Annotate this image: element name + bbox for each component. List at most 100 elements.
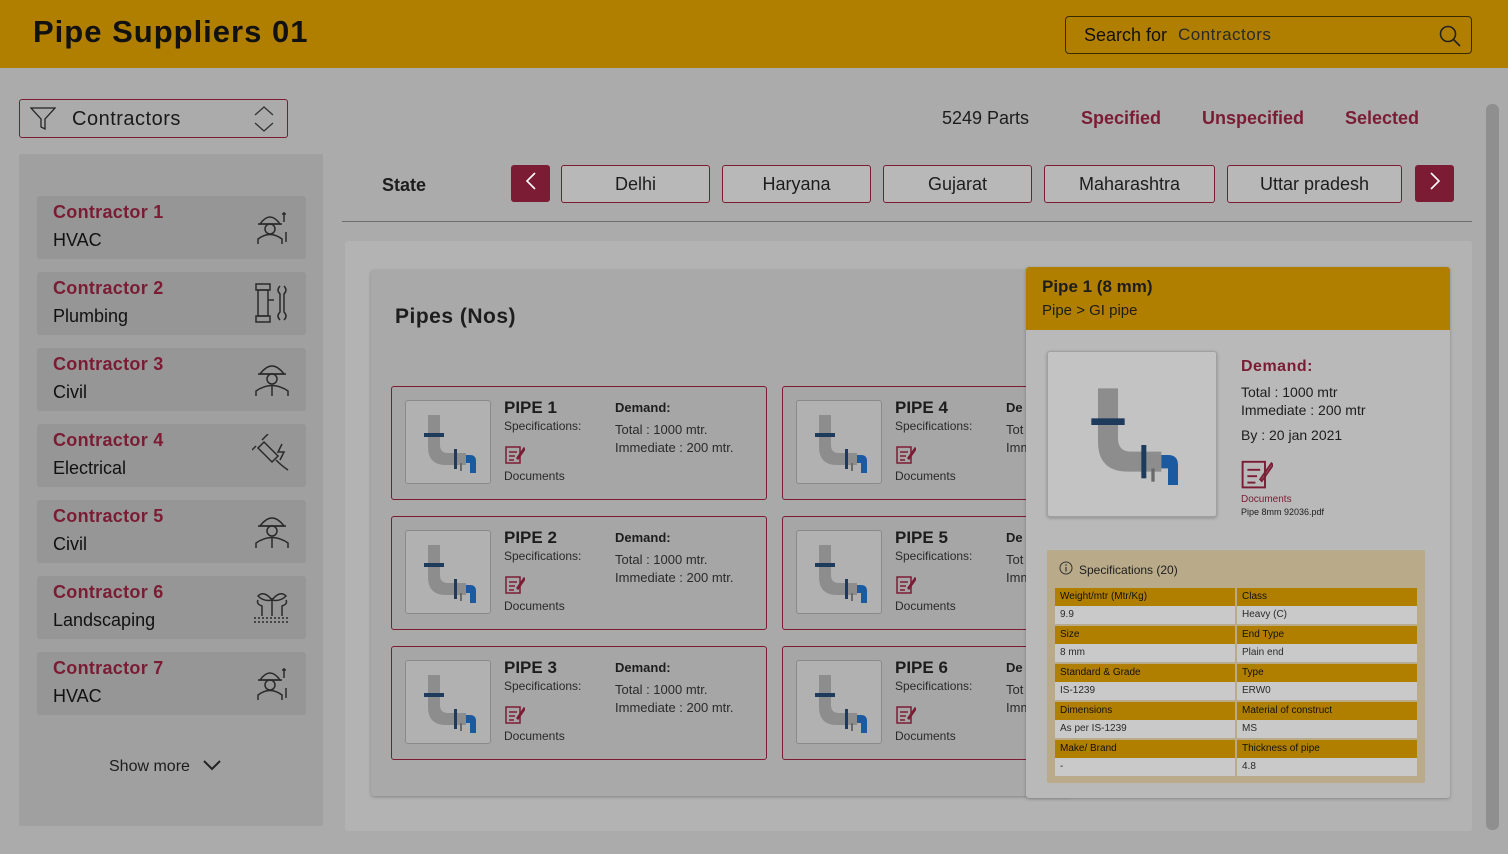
contractor-type: HVAC <box>53 230 102 250</box>
pipe-demand-label: De <box>1006 660 1023 675</box>
pipe-name: PIPE 4 <box>895 398 948 417</box>
pipe-thumbnail <box>405 530 491 614</box>
contractor-card[interactable]: Contractor 3 Civil <box>37 348 306 411</box>
search-input[interactable] <box>1178 23 1428 47</box>
contractor-type: Plumbing <box>53 306 129 326</box>
spec-cell: Material of construct MS <box>1237 702 1417 740</box>
electrical-plug-icon <box>251 433 292 479</box>
pipe-documents-link[interactable]: Documents <box>895 729 956 743</box>
document-edit-icon[interactable] <box>505 574 526 599</box>
state-next-button[interactable] <box>1415 165 1454 202</box>
contractor-card[interactable]: Contractor 2 Plumbing <box>37 272 306 335</box>
document-edit-icon[interactable] <box>505 704 526 729</box>
spec-cell: Type ERW0 <box>1237 664 1417 702</box>
filter-specified-link[interactable]: Specified <box>1081 108 1161 129</box>
pipes-panel: Pipes (Nos) PIPE 1 Specifications: Docum… <box>371 270 1071 796</box>
document-edit-icon[interactable] <box>1241 457 1275 494</box>
pipe-spec-label: Specifications: <box>504 419 582 433</box>
show-more-button[interactable]: Show more <box>109 758 222 776</box>
pipe-image-icon <box>424 545 476 603</box>
contractor-type: HVAC <box>53 686 102 706</box>
search-box[interactable]: Search for <box>1065 16 1472 54</box>
app-header: Pipe Suppliers 01 Search for <box>0 0 1508 68</box>
chevron-left-icon <box>525 171 537 196</box>
pipe-name: PIPE 5 <box>895 528 948 547</box>
detail-documents-link[interactable]: Documents <box>1241 494 1292 505</box>
pipe-documents-link[interactable]: Documents <box>895 469 956 483</box>
pipe-documents-link[interactable]: Documents <box>504 729 565 743</box>
contractor-sidebar: Contractor 1 HVAC Contractor 2 Plumbing … <box>19 154 323 826</box>
spec-label: Standard & Grade <box>1055 664 1235 682</box>
document-edit-icon[interactable] <box>896 444 917 469</box>
spec-value: ERW0 <box>1237 682 1417 700</box>
vertical-scrollbar[interactable] <box>1486 104 1499 830</box>
plumbing-icon <box>252 282 292 331</box>
spec-cell: Standard & Grade IS-1239 <box>1055 664 1235 702</box>
state-chip-haryana[interactable]: Haryana <box>722 165 871 203</box>
contractor-card[interactable]: Contractor 7 HVAC <box>37 652 306 715</box>
pipe-card[interactable]: PIPE 1 Specifications: Documents Demand:… <box>391 386 767 500</box>
detail-file-name[interactable]: Pipe 8mm 92036.pdf <box>1241 507 1324 517</box>
search-icon[interactable] <box>1438 24 1462 53</box>
state-chip-maharashtra[interactable]: Maharashtra <box>1044 165 1215 203</box>
contractor-card[interactable]: Contractor 1 HVAC <box>37 196 306 259</box>
pipe-spec-label: Specifications: <box>504 549 582 563</box>
worker-tools-icon <box>252 206 292 251</box>
spec-cell: Make/ Brand - <box>1055 740 1235 778</box>
pipe-immediate: Immediate : 200 mtr. <box>615 440 734 455</box>
spec-label: Dimensions <box>1055 702 1235 720</box>
pipe-total: Total : 1000 mtr. <box>615 422 708 437</box>
contractor-name: Contractor 3 <box>53 354 164 374</box>
detail-header: Pipe 1 (8 mm) Pipe > GI pipe <box>1026 267 1450 330</box>
contractor-name: Contractor 2 <box>53 278 164 298</box>
chevron-right-icon <box>1429 171 1441 196</box>
document-edit-icon[interactable] <box>896 574 917 599</box>
pipe-total: Tot <box>1006 552 1024 567</box>
pipe-documents-link[interactable]: Documents <box>504 599 565 613</box>
pipe-card[interactable]: PIPE 3 Specifications: Documents Demand:… <box>391 646 767 760</box>
pipe-demand-label: Demand: <box>615 400 671 415</box>
pipes-title: Pipes (Nos) <box>395 305 517 328</box>
detail-pipe-image <box>1047 351 1217 517</box>
pipe-thumbnail <box>405 660 491 744</box>
pipe-immediate: Immediate : 200 mtr. <box>615 570 734 585</box>
pipe-image-icon <box>815 545 867 603</box>
pipe-image-icon <box>1091 388 1178 485</box>
contractor-card[interactable]: Contractor 5 Civil <box>37 500 306 563</box>
pipe-documents-link[interactable]: Documents <box>504 469 565 483</box>
pipe-card[interactable]: PIPE 2 Specifications: Documents Demand:… <box>391 516 767 630</box>
pipe-total: Tot <box>1006 422 1024 437</box>
pipe-name: PIPE 6 <box>895 658 948 677</box>
spec-label: Class <box>1237 588 1417 606</box>
spec-value: Plain end <box>1237 644 1417 662</box>
detail-title: Pipe 1 (8 mm) <box>1042 277 1153 296</box>
pipe-total: Tot <box>1006 682 1024 697</box>
pipe-name: PIPE 3 <box>504 658 557 677</box>
filter-unspecified-link[interactable]: Unspecified <box>1202 108 1304 129</box>
divider <box>342 221 1472 222</box>
state-label: State <box>382 175 427 195</box>
up-down-chevron-icon[interactable] <box>253 104 275 139</box>
pipe-immediate: Immediate : 200 mtr. <box>615 700 734 715</box>
detail-demand-label: Demand: <box>1241 358 1313 375</box>
spec-label: Make/ Brand <box>1055 740 1235 758</box>
contractor-type: Landscaping <box>53 610 156 630</box>
state-chip-uttar-pradesh[interactable]: Uttar pradesh <box>1227 165 1402 203</box>
contractor-filter-dropdown[interactable]: Contractors <box>19 99 288 138</box>
document-edit-icon[interactable] <box>505 444 526 469</box>
filter-selected-link[interactable]: Selected <box>1345 108 1419 129</box>
pipe-thumbnail <box>796 660 882 744</box>
pipe-image-icon <box>815 415 867 473</box>
contractor-card[interactable]: Contractor 4 Electrical <box>37 424 306 487</box>
specifications-title-text: Specifications (20) <box>1079 562 1178 577</box>
document-edit-icon[interactable] <box>896 704 917 729</box>
state-prev-button[interactable] <box>511 165 550 202</box>
state-chip-delhi[interactable]: Delhi <box>561 165 710 203</box>
contractor-card[interactable]: Contractor 6 Landscaping <box>37 576 306 639</box>
contractor-name: Contractor 1 <box>53 202 164 222</box>
spec-label: Size <box>1055 626 1235 644</box>
pipe-spec-label: Specifications: <box>895 679 973 693</box>
pipe-documents-link[interactable]: Documents <box>895 599 956 613</box>
state-chip-gujarat[interactable]: Gujarat <box>883 165 1032 203</box>
pipe-name: PIPE 1 <box>504 398 557 417</box>
